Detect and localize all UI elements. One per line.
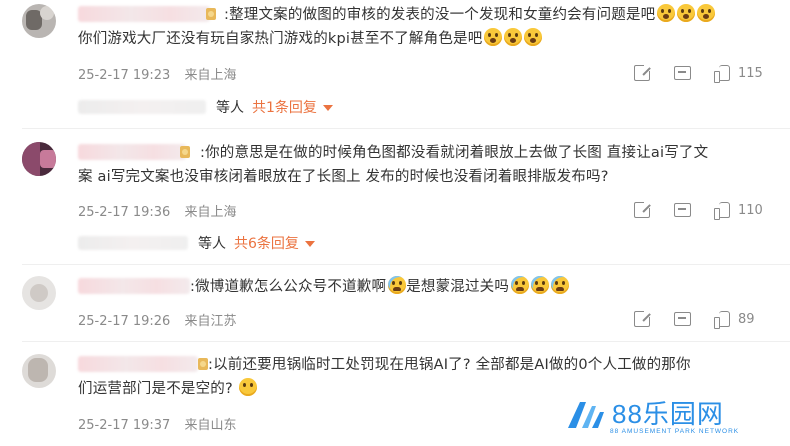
comment-location: 来自江苏 xyxy=(184,314,237,329)
watermark: 88乐园网 88 AMUSEMENT PARK NETWORK xyxy=(566,396,776,440)
comment-line: :微博道歉怎么公众号不道歉啊 xyxy=(190,279,387,295)
comment-location: 来自上海 xyxy=(184,68,237,83)
avatar[interactable] xyxy=(22,354,56,388)
shocked-emoji-icon xyxy=(677,4,696,22)
comment-line: :你的意思是在做的时候角色图都没看就闭着眼放上去做了长图 直接让ai写了文 xyxy=(200,145,709,161)
like-count: 115 xyxy=(738,65,763,81)
share-button[interactable] xyxy=(634,63,652,83)
divider xyxy=(22,264,790,265)
comment-location: 来自山东 xyxy=(184,418,237,433)
comment-text: :你的意思是在做的时候角色图都没看就闭着眼放上去做了长图 直接让ai写了文 案 … xyxy=(78,141,770,189)
like-button[interactable]: 110 xyxy=(714,200,763,220)
sweat-emoji-icon xyxy=(238,378,257,396)
comment-location: 来自上海 xyxy=(184,205,237,220)
crying-emoji-icon xyxy=(388,276,407,294)
comment-date: 25-2-17 19:23 xyxy=(78,68,171,83)
watermark-brand: 88乐园网 xyxy=(612,399,724,429)
share-button[interactable] xyxy=(634,200,652,220)
reply-button[interactable] xyxy=(674,63,691,83)
caret-down-icon xyxy=(322,105,333,111)
divider xyxy=(22,128,790,129)
shocked-emoji-icon xyxy=(524,28,543,46)
comment-icon xyxy=(674,312,691,326)
view-replies-link[interactable]: 共6条回复 xyxy=(234,233,315,253)
reply-button[interactable] xyxy=(674,200,691,220)
comment-line: :以前还要甩锅临时工处罚现在甩锅AI了? 全部都是AI做的0个人工做的那你 xyxy=(208,357,691,373)
like-icon xyxy=(714,65,730,83)
crying-emoji-icon xyxy=(531,276,550,294)
like-icon xyxy=(714,311,730,329)
view-replies-label: 共1条回复 xyxy=(252,100,317,116)
like-button[interactable]: 115 xyxy=(714,63,763,83)
shocked-emoji-icon xyxy=(657,4,676,22)
comment-line: :整理文案的做图的审核的发表的没一个发现和女童约会有问题是吧 xyxy=(224,7,656,23)
shocked-emoji-icon xyxy=(484,28,503,46)
share-icon xyxy=(634,200,652,218)
comment-date: 25-2-17 19:36 xyxy=(78,205,171,220)
comment-meta: 25-2-17 19:26 来自江苏 xyxy=(78,310,247,329)
share-icon xyxy=(634,63,652,81)
watermark-tagline: 88 AMUSEMENT PARK NETWORK xyxy=(610,428,740,435)
comment-line: 你们游戏大厂还没有玩自家热门游戏的kpi甚至不了解角色是吧 xyxy=(78,31,483,47)
view-replies-label: 共6条回复 xyxy=(234,236,299,252)
comment-meta: 25-2-17 19:37 来自山东 xyxy=(78,414,247,433)
reply-summary: 等人 共1条回复 xyxy=(78,97,333,117)
caret-down-icon xyxy=(304,241,315,247)
avatar[interactable] xyxy=(22,142,56,176)
like-icon xyxy=(714,202,730,220)
comment-actions: 89 xyxy=(634,309,774,329)
reply-people-label: 等人 xyxy=(198,236,226,252)
like-button[interactable]: 89 xyxy=(714,309,755,329)
comment-meta: 25-2-17 19:36 来自上海 xyxy=(78,201,247,220)
comment-icon xyxy=(674,66,691,80)
shocked-emoji-icon xyxy=(697,4,716,22)
crying-emoji-icon xyxy=(551,276,570,294)
comment-actions: 110 xyxy=(634,200,774,220)
brand-logo-icon xyxy=(568,402,604,428)
comment-actions: 115 xyxy=(634,63,774,83)
reply-usernames-redacted xyxy=(78,236,188,250)
comment-line: 案 ai写完文案也没审核闭着眼放在了长图上 发布的时候也没看闭着眼排版发布吗? xyxy=(78,169,609,185)
crying-emoji-icon xyxy=(511,276,530,294)
share-icon xyxy=(634,309,652,327)
avatar[interactable] xyxy=(22,276,56,310)
share-button[interactable] xyxy=(634,309,652,329)
like-count: 110 xyxy=(738,202,763,218)
reply-button[interactable] xyxy=(674,309,691,329)
reply-usernames-redacted xyxy=(78,100,206,114)
shocked-emoji-icon xyxy=(504,28,523,46)
comment-date: 25-2-17 19:37 xyxy=(78,418,171,433)
comment-line: 们运营部门是不是空的? xyxy=(78,381,233,397)
comment-date: 25-2-17 19:26 xyxy=(78,314,171,329)
like-count: 89 xyxy=(738,311,755,327)
reply-summary: 等人 共6条回复 xyxy=(78,233,315,253)
comment-line: 是想蒙混过关吗 xyxy=(406,279,510,295)
comment-meta: 25-2-17 19:23 来自上海 xyxy=(78,64,247,83)
view-replies-link[interactable]: 共1条回复 xyxy=(252,97,333,117)
comment-text: :微博道歉怎么公众号不道歉啊 是想蒙混过关吗 xyxy=(78,275,770,299)
reply-people-label: 等人 xyxy=(216,100,244,116)
comment-icon xyxy=(674,203,691,217)
comment-text: :整理文案的做图的审核的发表的没一个发现和女童约会有问题是吧 你们游戏大厂还没有… xyxy=(78,3,770,51)
divider xyxy=(22,341,790,342)
avatar[interactable] xyxy=(22,4,56,38)
